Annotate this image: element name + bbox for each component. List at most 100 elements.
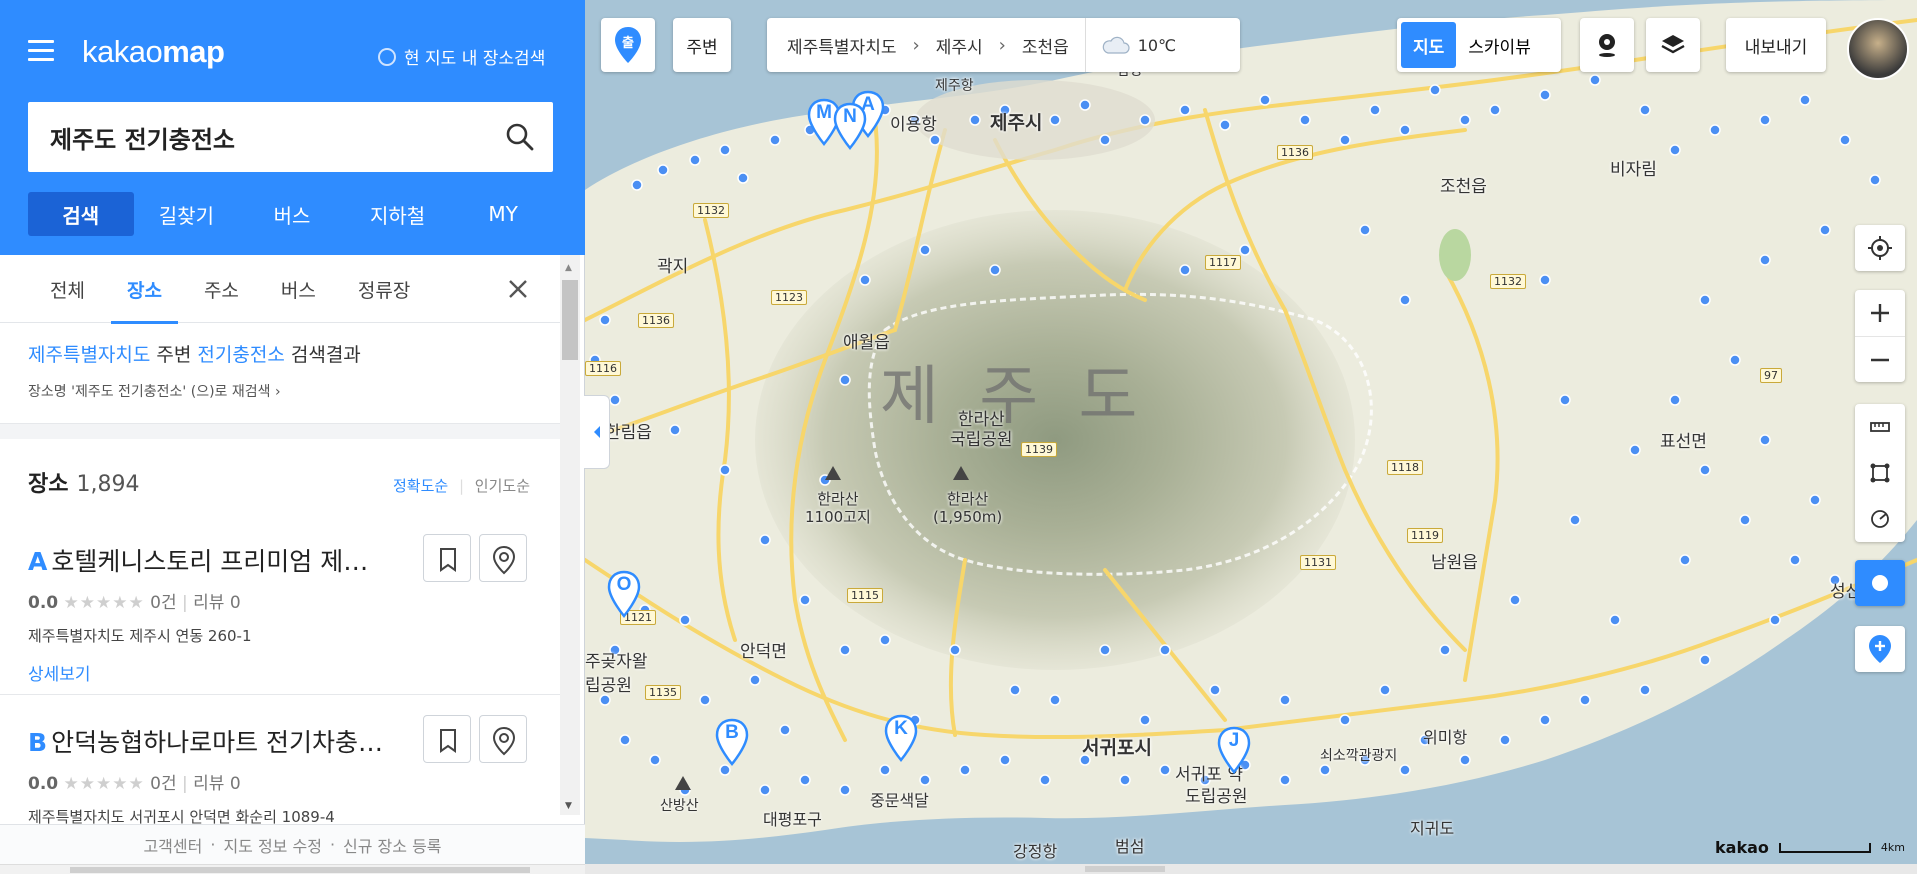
save-button[interactable] [423, 534, 471, 582]
area-button[interactable] [1855, 450, 1905, 496]
sort-popular[interactable]: 인기도순 [475, 477, 530, 495]
label-hallasan-peak: 한라산 (1,950m) [933, 490, 1003, 526]
map-pin-n[interactable]: N [833, 102, 867, 150]
search-icon[interactable] [505, 122, 535, 152]
detail-link[interactable]: 상세보기 [28, 660, 548, 685]
filter-tab-place[interactable]: 장소 [110, 255, 178, 324]
filter-tab-bus[interactable]: 버스 [265, 255, 332, 323]
chevron-right-icon: › [998, 34, 1006, 56]
result-summary-text: 제주특별자치도 주변 전기충전소 검색결과 [28, 340, 548, 367]
chevron-right-icon: › [274, 384, 281, 400]
tab-directions[interactable]: 길찾기 [134, 192, 240, 236]
filter-tab-stop[interactable]: 정류장 [342, 255, 426, 323]
location-pin-icon [492, 545, 516, 575]
map-bottom-scrollbar[interactable] [585, 864, 1917, 874]
filter-tab-address[interactable]: 주소 [188, 255, 255, 323]
breadcrumb-town[interactable]: 조천읍 [1006, 33, 1085, 58]
star-icons: ★★★★★ [63, 774, 145, 794]
location-dot-button[interactable] [1855, 560, 1905, 606]
support-link[interactable]: 고객센터 [143, 833, 202, 857]
tab-subway[interactable]: 지하철 [345, 192, 451, 236]
list-scrollbar[interactable]: ▲ ▼ [560, 255, 580, 815]
breadcrumb-city[interactable]: 제주시 [920, 33, 999, 58]
map-pin-k[interactable]: K [884, 714, 918, 762]
review-count[interactable]: 리뷰 0 [193, 774, 241, 794]
weather-widget[interactable]: 10℃ [1084, 18, 1190, 72]
place-title[interactable]: A 호텔케니스토리 프리미엄 제주... [28, 542, 388, 578]
map-pin-b[interactable]: B [715, 718, 749, 766]
rating-divider: | [182, 774, 188, 794]
in-map-search-toggle[interactable]: 현 지도 내 장소검색 [378, 44, 545, 69]
search-input[interactable] [50, 116, 490, 158]
tab-search[interactable]: 검색 [28, 192, 134, 236]
edit-map-link[interactable]: 지도 정보 수정 [223, 833, 322, 857]
temperature: 10℃ [1137, 35, 1177, 55]
add-place-button[interactable] [1855, 626, 1905, 672]
menu-icon[interactable] [28, 40, 54, 62]
tab-my[interactable]: MY [450, 192, 556, 236]
research-link[interactable]: 장소명 '제주도 전기충전소' (으)로 재검색 › [28, 381, 548, 401]
tab-bus[interactable]: 버스 [239, 192, 345, 236]
close-icon[interactable] [506, 277, 530, 301]
list-item[interactable]: B 안덕농협하나로마트 전기차충전... 0.0 ★★★★★ 0건 | 리뷰 0 … [28, 715, 548, 827]
crosshair-icon [1868, 236, 1892, 260]
list-item[interactable]: A 호텔케니스토리 프리미엄 제주... 0.0 ★★★★★ 0건 | 리뷰 0 … [28, 534, 548, 685]
label-wimi: 위미항 [1423, 728, 1468, 747]
route-button[interactable] [479, 715, 527, 763]
mini-skyview-avatar[interactable] [1847, 18, 1909, 80]
result-keyword[interactable]: 전기충전소 [197, 344, 284, 366]
scrollbar-thumb[interactable] [562, 280, 578, 360]
map-pin-o[interactable]: O [607, 570, 641, 618]
layers-button[interactable] [1646, 18, 1700, 72]
map-scroll-thumb[interactable] [1085, 866, 1165, 872]
ruler-button[interactable] [1855, 404, 1905, 450]
zoom-out-button[interactable] [1855, 336, 1905, 382]
collapse-panel-button[interactable] [584, 395, 610, 469]
scroll-up-icon[interactable]: ▲ [565, 263, 572, 273]
place-name: 호텔케니스토리 프리미엄 제주... [51, 547, 388, 576]
register-place-link[interactable]: 신규 장소 등록 [343, 833, 442, 857]
add-place-control [1855, 626, 1905, 672]
export-button[interactable]: 내보내기 [1726, 18, 1826, 72]
rating-count: 0건 [150, 774, 177, 794]
sort-accuracy[interactable]: 정확도순 [393, 477, 448, 495]
nearby-button[interactable]: 주변 [673, 18, 731, 72]
label-namwon: 남원읍 [1431, 553, 1478, 573]
region-breadcrumb: 제주특별자치도 › 제주시 › 조천읍 10℃ [767, 18, 1240, 72]
radio-icon[interactable] [378, 47, 396, 66]
map-type-map[interactable]: 지도 [1401, 22, 1457, 68]
location-toggle[interactable] [1855, 560, 1905, 606]
map-canvas[interactable]: 제 주 도 제주시 조천읍 애월읍 한림읍 안덕면 서귀포시 남원읍 표선면 비… [585, 0, 1917, 874]
my-location-button[interactable] [1855, 225, 1905, 271]
rating-count: 0건 [150, 593, 177, 613]
rating-score: 0.0 [28, 774, 59, 794]
radius-icon [1871, 510, 1889, 528]
save-button[interactable] [423, 715, 471, 763]
roadview-button[interactable] [1580, 18, 1634, 72]
radius-button[interactable] [1855, 496, 1905, 542]
review-count[interactable]: 리뷰 0 [193, 593, 241, 613]
zoom-in-button[interactable] [1855, 290, 1905, 336]
hscroll-thumb[interactable] [70, 867, 530, 873]
label-jeju-city: 제주시 [990, 112, 1043, 134]
scroll-down-icon[interactable]: ▼ [565, 801, 572, 811]
pin-letter: O [616, 574, 632, 595]
road-label: 1117 [1205, 255, 1241, 270]
label-pyoseon: 표선면 [1660, 432, 1707, 452]
chevron-right-icon: › [912, 34, 920, 56]
pin-letter: B [725, 722, 739, 743]
road-label: 1135 [645, 685, 681, 700]
label-jigwido: 지귀도 [1410, 819, 1455, 838]
in-map-search-label: 현 지도 내 장소검색 [404, 49, 546, 69]
place-title[interactable]: B 안덕농협하나로마트 전기차충전... [28, 723, 388, 759]
rating-divider: | [182, 593, 188, 613]
filter-tab-all[interactable]: 전체 [28, 255, 101, 323]
route-button[interactable] [479, 534, 527, 582]
result-region[interactable]: 제주특별자치도 [28, 344, 150, 366]
start-point-button[interactable]: 출 [601, 18, 655, 72]
map-pin-j[interactable]: J [1217, 726, 1251, 774]
map-type-skyview[interactable]: 스카이뷰 [1456, 22, 1543, 68]
brand-logo[interactable]: kakaomap [82, 34, 225, 70]
horizontal-scrollbar[interactable] [0, 864, 585, 874]
breadcrumb-province[interactable]: 제주특별자치도 [767, 33, 912, 58]
